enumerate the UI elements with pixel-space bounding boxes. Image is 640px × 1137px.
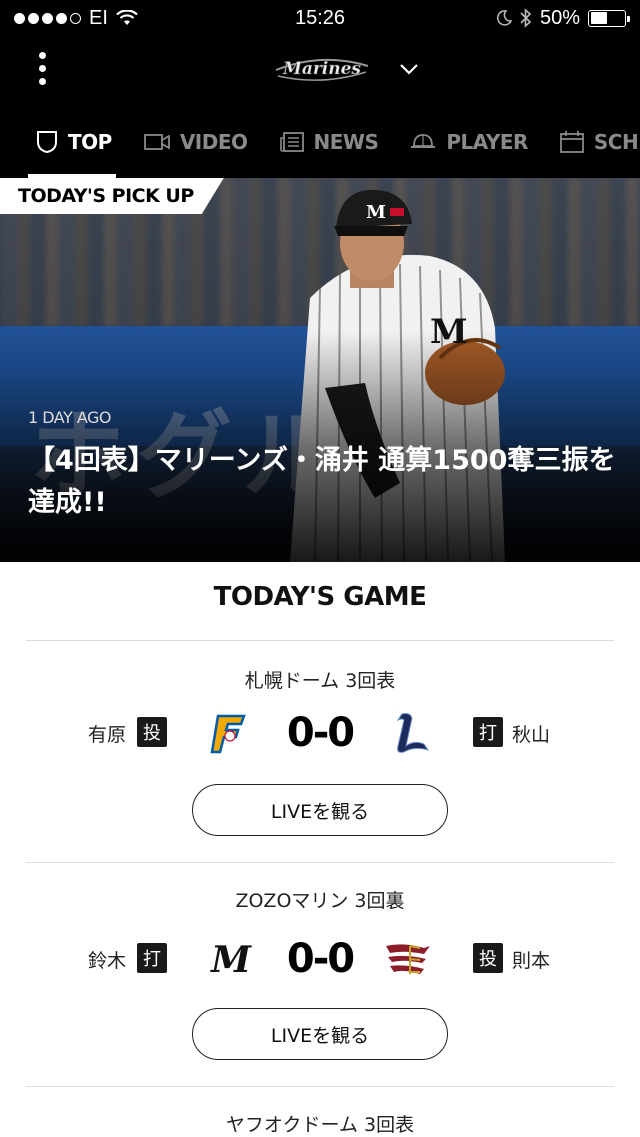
lions-logo-icon[interactable] (388, 710, 434, 756)
tab-video[interactable]: VIDEO (128, 106, 264, 178)
chevron-down-icon[interactable] (398, 58, 420, 80)
carrier-label: EI (89, 6, 108, 29)
tab-top-label: TOP (68, 130, 112, 154)
tab-top[interactable]: TOP (0, 106, 128, 178)
signal-strength-icon (14, 12, 81, 24)
shield-icon (37, 131, 57, 154)
app-header: Marines (0, 36, 640, 106)
svg-text:M: M (209, 939, 252, 981)
battery-percent: 50% (539, 6, 580, 29)
tab-news-label: NEWS (313, 130, 379, 154)
todays-game-title: TODAY'S GAME (213, 582, 427, 612)
divider (26, 1086, 614, 1087)
status-right: 50% (496, 6, 630, 30)
tab-schedule-label: SCHEDULE (593, 130, 640, 154)
tab-video-label: VIDEO (179, 130, 248, 154)
marines-logo[interactable]: Marines (272, 46, 372, 86)
game-venue: ZOZOマリン 3回裏 (235, 890, 405, 912)
left-player-name[interactable]: 鈴木 (88, 946, 126, 973)
cap-icon (411, 134, 436, 148)
tab-schedule[interactable]: SCHEDULE (544, 106, 640, 178)
hero-date: 1 DAY AGO (28, 408, 112, 427)
fighters-logo-icon[interactable] (206, 710, 252, 756)
right-player-name[interactable]: 則本 (512, 946, 550, 973)
left-player-role-badge: 打 (137, 943, 167, 973)
game-venue: 札幌ドーム 3回表 (244, 670, 396, 692)
video-camera-icon (143, 134, 170, 150)
todays-pick-up-badge: TODAY'S PICK UP (0, 178, 224, 214)
watch-live-button[interactable]: LIVEを観る (192, 784, 448, 836)
left-player-role-badge: 投 (137, 717, 167, 747)
hero-headline[interactable]: 【4回表】マリーンズ・涌井 通算1500奪三振を達成!! (28, 440, 618, 524)
tab-player-label: PLAYER (446, 130, 528, 154)
game-score: 0-0 (286, 710, 355, 756)
right-player-role-badge: 投 (473, 943, 503, 973)
moon-icon (496, 10, 512, 26)
status-left: EI (14, 7, 138, 30)
tab-news[interactable]: NEWS (264, 106, 395, 178)
game-matchup-row: 鈴木 打 M 0-0 投 則本 (0, 934, 640, 984)
game-matchup-row: 有原 投 0-0 打 秋山 (0, 708, 640, 758)
divider (26, 640, 614, 641)
battery-icon (588, 9, 630, 27)
game-venue: ヤフオクドーム 3回表 (225, 1114, 415, 1136)
right-player-name[interactable]: 秋山 (512, 720, 550, 747)
right-player-role-badge: 打 (473, 717, 503, 747)
main-nav: TOP VIDEO NEWS PLAYER SCHEDULE (0, 106, 640, 178)
left-player-name[interactable]: 有原 (88, 720, 126, 747)
calendar-icon (559, 131, 584, 153)
eagles-logo-icon[interactable] (384, 936, 436, 982)
watch-live-button[interactable]: LIVEを観る (192, 1008, 448, 1060)
battery-level (590, 12, 607, 24)
divider (26, 862, 614, 863)
bluetooth-icon (520, 8, 532, 28)
tab-player[interactable]: PLAYER (394, 106, 544, 178)
marines-logo-icon[interactable]: M (208, 936, 254, 982)
more-menu-button[interactable] (28, 46, 56, 90)
svg-text:Marines: Marines (282, 59, 361, 79)
newspaper-icon (279, 132, 304, 152)
pick-up-hero[interactable]: ホグル プ M M TODAY'S PICK UP 1 DAY AGO 【4回表… (0, 178, 640, 562)
game-score: 0-0 (286, 936, 355, 982)
status-bar: EI 15:26 50% (0, 0, 640, 36)
wifi-icon (116, 10, 138, 25)
